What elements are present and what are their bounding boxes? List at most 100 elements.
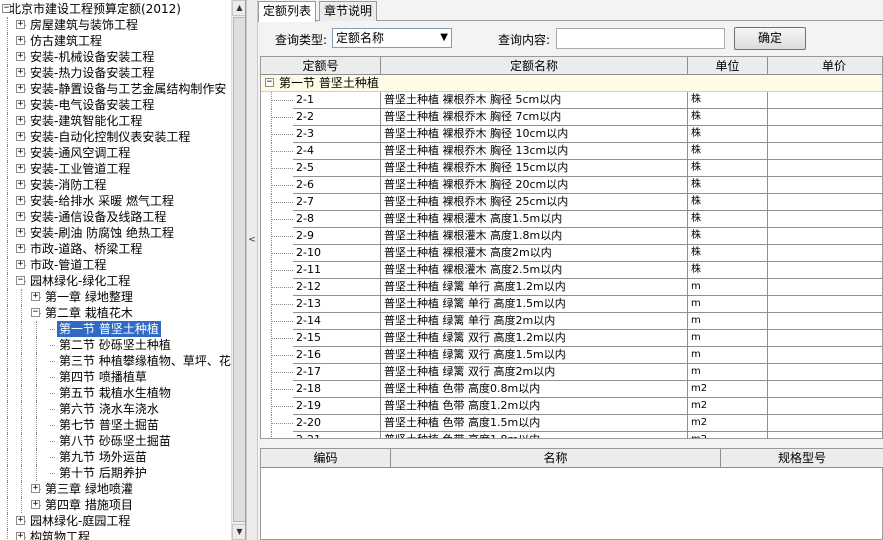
tree-item[interactable]: − 园林绿化-绿化工程 (0, 273, 231, 289)
tree-item[interactable]: + 安装-自动化控制仪表安装工程 (0, 129, 231, 145)
resource-grid: 编码 名称 规格型号 (260, 448, 883, 540)
collapse-icon[interactable]: − (16, 276, 25, 285)
expand-icon[interactable]: + (31, 500, 40, 509)
tree-item[interactable]: + 安装-消防工程 (0, 177, 231, 193)
panel-splitter[interactable]: < (246, 0, 258, 540)
table-row[interactable]: 2-20 普坚土种植 色带 高度1.5m以内 m2 (261, 415, 882, 432)
tree-item[interactable]: + 安装-静置设备与工艺金属结构制作安 (0, 81, 231, 97)
tree-section[interactable]: 第十节 后期养护 (0, 465, 231, 481)
table-row[interactable]: 2-2 普坚土种植 裸根乔木 胸径 7cm以内株 (261, 109, 882, 126)
expand-icon[interactable]: + (16, 244, 25, 253)
tree-chapter[interactable]: + 第一章 绿地整理 (0, 289, 231, 305)
expand-icon[interactable]: + (16, 148, 25, 157)
table-row[interactable]: 2-11 普坚土种植 裸根灌木 高度2.5m以内株 (261, 262, 882, 279)
tree-chapter[interactable]: + 第四章 措施项目 (0, 497, 231, 513)
collapse-icon[interactable]: − (265, 78, 274, 87)
table-row[interactable]: 2-10 普坚土种植 裸根灌木 高度2m以内株 (261, 245, 882, 262)
expand-icon[interactable]: + (16, 212, 25, 221)
tree-chapter[interactable]: − 第二章 栽植花木 (0, 305, 231, 321)
tree-item[interactable]: + 仿古建筑工程 (0, 33, 231, 49)
expand-icon[interactable]: + (16, 260, 25, 269)
tree-section[interactable]: 第八节 砂砾坚土掘苗 (0, 433, 231, 449)
table-row[interactable]: 2-14 普坚土种植 绿篱 单行 高度2m以内 m (261, 313, 882, 330)
table-row[interactable]: 2-13 普坚土种植 绿篱 单行 高度1.5m以内 m (261, 296, 882, 313)
table-row[interactable]: 2-12 普坚土种植 绿篱 单行 高度1.2m以内 m (261, 279, 882, 296)
tree-section[interactable]: 第六节 浇水车浇水 (0, 401, 231, 417)
tree-item[interactable]: + 安装-建筑智能化工程 (0, 113, 231, 129)
tree-item[interactable]: + 安装-通信设备及线路工程 (0, 209, 231, 225)
tree-item[interactable]: + 构筑物工程 (0, 529, 231, 540)
table-row[interactable]: 2-15 普坚土种植 绿篱 双行 高度1.2m以内 m (261, 330, 882, 347)
tree-item[interactable]: + 安装-通风空调工程 (0, 145, 231, 161)
col-header-resource-name[interactable]: 名称 (391, 449, 721, 467)
expand-icon[interactable]: + (16, 228, 25, 237)
expand-icon[interactable]: + (16, 68, 25, 77)
table-row[interactable]: 2-1 普坚土种植 裸根乔木 胸径 5cm以内株 (261, 92, 882, 109)
table-row[interactable]: 2-16 普坚土种植 绿篱 双行 高度1.5m以内 m (261, 347, 882, 364)
confirm-button[interactable]: 确定 (734, 27, 806, 50)
tree-section[interactable]: 第三节 种植攀缘植物、草坪、花 (0, 353, 231, 369)
expand-icon[interactable]: + (16, 532, 25, 540)
scroll-up-icon[interactable]: ▲ (232, 0, 245, 16)
tree-item[interactable]: + 市政-管道工程 (0, 257, 231, 273)
col-header-code[interactable]: 定额号 (261, 57, 381, 75)
tree-item[interactable]: + 安装-刷油 防腐蚀 绝热工程 (0, 225, 231, 241)
expand-icon[interactable]: + (16, 100, 25, 109)
tree-section[interactable]: 第九节 场外运苗 (0, 449, 231, 465)
expand-icon[interactable]: + (31, 484, 40, 493)
expand-icon[interactable]: + (16, 164, 25, 173)
collapse-icon[interactable]: − (31, 308, 40, 317)
table-row[interactable]: 2-6 普坚土种植 裸根乔木 胸径 20cm以内株 (261, 177, 882, 194)
row-connector (271, 253, 293, 254)
query-content-input[interactable] (556, 28, 725, 49)
table-row[interactable]: 2-4 普坚土种植 裸根乔木 胸径 13cm以内株 (261, 143, 882, 160)
table-row[interactable]: 2-5 普坚土种植 裸根乔木 胸径 15cm以内株 (261, 160, 882, 177)
scroll-thumb[interactable] (233, 17, 245, 522)
col-header-spec[interactable]: 规格型号 (721, 449, 883, 467)
tab-chapter-notes[interactable]: 章节说明 (319, 1, 378, 21)
table-row[interactable]: 2-21普坚土种植 色带 高度1.8m以内m2 (261, 432, 882, 438)
tree-item[interactable]: + 安装-工业管道工程 (0, 161, 231, 177)
tree-item[interactable]: + 市政-道路、桥梁工程 (0, 241, 231, 257)
tab-quota-list[interactable]: 定额列表 (258, 1, 317, 22)
expand-icon[interactable]: + (16, 84, 25, 93)
tree-section[interactable]: 第七节 普坚土掘苗 (0, 417, 231, 433)
tree-item[interactable]: + 安装-热力设备安装工程 (0, 65, 231, 81)
expand-icon[interactable]: + (16, 52, 25, 61)
table-row[interactable]: 2-17 普坚土种植 绿篱 双行 高度2m以内 m (261, 364, 882, 381)
col-header-resource-code[interactable]: 编码 (261, 449, 391, 467)
expand-icon[interactable]: + (16, 196, 25, 205)
tree-item[interactable]: + 安装-给排水 采暖 燃气工程 (0, 193, 231, 209)
table-row[interactable]: 2-8 普坚土种植 裸根灌木 高度1.5m以内株 (261, 211, 882, 228)
group-row[interactable]: − 第一节 普坚土种植 (261, 75, 882, 92)
expand-icon[interactable]: + (16, 180, 25, 189)
tree-root[interactable]: − 北京市建设工程预算定额(2012) (0, 1, 231, 17)
tree-section[interactable]: 第四节 喷播植草 (0, 369, 231, 385)
table-row[interactable]: 2-9 普坚土种植 裸根灌木 高度1.8m以内株 (261, 228, 882, 245)
expand-icon[interactable]: + (16, 516, 25, 525)
expand-icon[interactable]: + (16, 20, 25, 29)
tree-chapter[interactable]: + 第三章 绿地喷灌 (0, 481, 231, 497)
expand-icon[interactable]: + (31, 292, 40, 301)
col-header-unit[interactable]: 单位 (688, 57, 768, 75)
col-header-name[interactable]: 定额名称 (381, 57, 688, 75)
tree-section[interactable]: 第二节 砂砾坚土种植 (0, 337, 231, 353)
tree-section-selected[interactable]: 第一节 普坚土种植 (0, 321, 231, 337)
query-type-select[interactable]: 定额名称 ▼ (332, 28, 452, 48)
tree-item[interactable]: + 园林绿化-庭园工程 (0, 513, 231, 529)
tree-scrollbar[interactable]: ▲ ▼ (231, 0, 245, 540)
tree-item[interactable]: + 安装-机械设备安装工程 (0, 49, 231, 65)
table-row[interactable]: 2-18 普坚土种植 色带 高度0.8m以内 m2 (261, 381, 882, 398)
expand-icon[interactable]: + (16, 116, 25, 125)
col-header-price[interactable]: 单价 (768, 57, 882, 75)
tree-section[interactable]: 第五节 栽植水生植物 (0, 385, 231, 401)
table-row[interactable]: 2-3 普坚土种植 裸根乔木 胸径 10cm以内株 (261, 126, 882, 143)
table-row[interactable]: 2-19 普坚土种植 色带 高度1.2m以内 m2 (261, 398, 882, 415)
expand-icon[interactable]: + (16, 36, 25, 45)
tree-item[interactable]: + 安装-电气设备安装工程 (0, 97, 231, 113)
table-row[interactable]: 2-7 普坚土种植 裸根乔木 胸径 25cm以内株 (261, 194, 882, 211)
expand-icon[interactable]: + (16, 132, 25, 141)
scroll-down-icon[interactable]: ▼ (232, 524, 245, 540)
tree-item[interactable]: + 房屋建筑与装饰工程 (0, 17, 231, 33)
collapse-left-icon[interactable]: < (247, 232, 257, 248)
